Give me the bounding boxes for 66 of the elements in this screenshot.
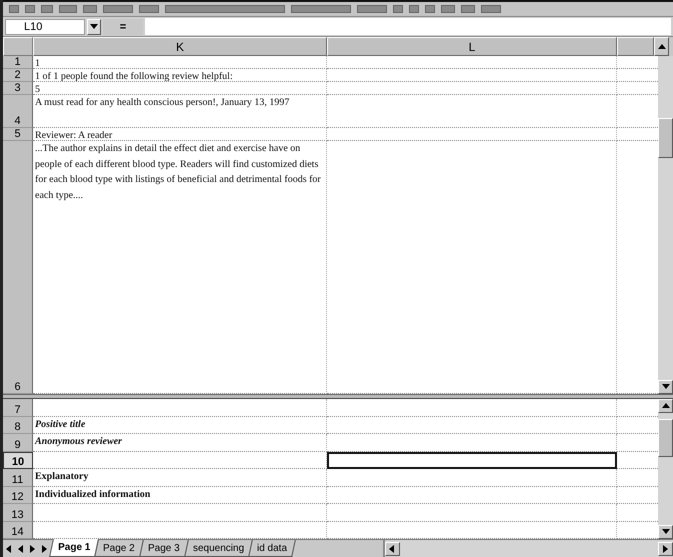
equals-button[interactable]: = bbox=[103, 18, 143, 34]
toolbar-icon[interactable] bbox=[441, 5, 455, 13]
up-arrow-icon bbox=[658, 42, 666, 50]
scroll-down-button[interactable] bbox=[658, 525, 673, 539]
table-cell: 1 bbox=[33, 56, 327, 69]
sheet-tab[interactable]: Page 3 bbox=[139, 540, 188, 557]
table-cell: Anonymous reviewer bbox=[33, 434, 327, 452]
table-cell: Individualized information bbox=[33, 486, 327, 504]
table-cell: Positive title bbox=[33, 416, 327, 434]
sheet-tab[interactable]: Page 1 bbox=[49, 539, 100, 557]
row-header[interactable]: 7 bbox=[3, 399, 33, 416]
row-header[interactable]: 5 bbox=[3, 128, 33, 141]
toolbar-icon[interactable] bbox=[139, 5, 159, 13]
toolbar-icon[interactable] bbox=[291, 5, 351, 13]
dropdown-button[interactable] bbox=[87, 18, 101, 34]
scroll-down-button[interactable] bbox=[658, 380, 673, 394]
right-arrow-icon bbox=[662, 544, 670, 552]
table-cell: Reviewer: A reader bbox=[33, 128, 327, 141]
pane-splitter[interactable] bbox=[3, 394, 673, 399]
down-arrow-icon bbox=[662, 528, 670, 536]
scroll-left-button[interactable] bbox=[384, 542, 400, 556]
scroll-up-button[interactable] bbox=[654, 37, 669, 56]
toolbar-icon[interactable] bbox=[103, 5, 133, 13]
down-arrow-icon bbox=[662, 383, 670, 391]
row-header[interactable]: 9 bbox=[3, 434, 33, 452]
toolbar-icon[interactable] bbox=[165, 5, 285, 13]
row-header[interactable]: 11 bbox=[3, 469, 33, 486]
row-header[interactable]: 13 bbox=[3, 504, 33, 522]
sheet-tab[interactable]: id data bbox=[248, 540, 296, 557]
vertical-scrollbar[interactable] bbox=[658, 56, 673, 394]
formula-field[interactable] bbox=[145, 18, 671, 35]
row-header[interactable]: 14 bbox=[3, 522, 33, 539]
row-header[interactable]: 4 bbox=[3, 95, 33, 128]
caret-icon bbox=[90, 22, 98, 30]
row-header[interactable]: 8 bbox=[3, 416, 33, 434]
row-header[interactable]: 6 bbox=[3, 141, 33, 394]
left-arrow-icon bbox=[388, 544, 396, 552]
sheet-tab[interactable]: Page 2 bbox=[94, 540, 144, 557]
scroll-right-button[interactable] bbox=[658, 542, 673, 556]
scroll-thumb[interactable] bbox=[658, 419, 673, 457]
toolbar-icon[interactable] bbox=[357, 5, 387, 13]
select-all-corner[interactable] bbox=[3, 37, 33, 56]
row-header[interactable]: 10 bbox=[3, 452, 33, 469]
name-box[interactable]: L10 bbox=[5, 18, 85, 34]
row-header[interactable]: 1 bbox=[3, 56, 33, 69]
table-cell: 1 of 1 people found the following review helpful: bbox=[33, 69, 327, 82]
column-header[interactable]: K bbox=[33, 37, 327, 56]
toolbar-icon[interactable] bbox=[83, 5, 97, 13]
up-arrow-icon bbox=[662, 402, 670, 410]
toolbar-icon[interactable] bbox=[59, 5, 77, 13]
column-header[interactable] bbox=[617, 37, 654, 56]
table-cell: Explanatory bbox=[33, 469, 327, 486]
row-header[interactable]: 12 bbox=[3, 486, 33, 504]
table-cell: A must read for any health conscious person!, January 13, 1997 bbox=[33, 95, 327, 128]
row-header[interactable]: 2 bbox=[3, 69, 33, 82]
table-cell: 5 bbox=[33, 82, 327, 95]
horizontal-scrollbar[interactable] bbox=[382, 540, 673, 557]
toolbar-icon[interactable] bbox=[481, 5, 501, 13]
toolbar-icon[interactable] bbox=[461, 5, 475, 13]
row-header[interactable]: 3 bbox=[3, 82, 33, 95]
sheet-tab[interactable]: sequencing bbox=[184, 540, 253, 557]
column-header[interactable]: L bbox=[327, 37, 617, 56]
toolbar-icon[interactable] bbox=[41, 5, 53, 13]
scroll-thumb[interactable] bbox=[658, 118, 673, 158]
scroll-up-button[interactable] bbox=[658, 399, 673, 413]
vertical-scrollbar[interactable] bbox=[658, 399, 673, 539]
